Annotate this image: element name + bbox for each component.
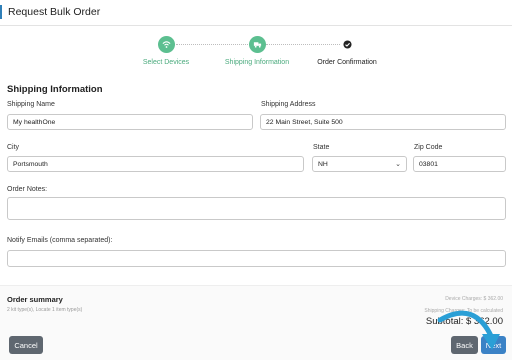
order-notes-textarea[interactable] [7, 197, 506, 220]
shipping-address-label: Shipping Address [261, 101, 316, 108]
city-input[interactable]: Portsmouth [7, 156, 304, 172]
progress-stepper: Select Devices Shipping Information Orde… [0, 30, 512, 72]
step-label-select-devices: Select Devices [142, 59, 190, 66]
shipping-name-value: My healthOne [13, 119, 56, 126]
notify-emails-input[interactable] [7, 250, 506, 267]
step-label-shipping-information: Shipping Information [224, 59, 290, 66]
city-label: City [7, 144, 20, 151]
step-order-confirmation [341, 38, 354, 51]
subtotal-text: Subtotal: $ 362.00 [425, 316, 503, 327]
state-value: NH [318, 161, 328, 168]
header-accent-bar [0, 5, 2, 19]
shipping-address-value: 22 Main Street, Suite 500 [266, 119, 343, 126]
step-shipping-information [249, 36, 266, 53]
step-select-devices [158, 36, 175, 53]
state-label: State [313, 144, 330, 151]
shipping-name-input[interactable]: My healthOne [7, 114, 253, 130]
notify-emails-label: Notify Emails (comma separated): [7, 237, 113, 244]
zip-input[interactable]: 03801 [413, 156, 506, 172]
order-summary-subtitle: 2 kit type(s), Locate 1 item type(s) [7, 307, 83, 313]
cancel-button[interactable]: Cancel [9, 336, 43, 354]
shipping-address-input[interactable]: 22 Main Street, Suite 500 [260, 114, 506, 130]
chevron-down-icon: ⌄ [395, 161, 401, 168]
shipping-charges-text: Shipping Charges: To be calculated [424, 308, 503, 314]
back-button[interactable]: Back [451, 336, 478, 354]
zip-label: Zip Code [414, 144, 443, 151]
device-charges-text: Device Charges: $ 362.00 [445, 296, 503, 302]
order-summary-title: Order summary [7, 295, 63, 304]
modal-header: Request Bulk Order [0, 0, 512, 26]
shipping-name-label: Shipping Name [7, 101, 55, 108]
next-button[interactable]: Next [481, 336, 506, 354]
step-label-order-confirmation: Order Confirmation [317, 59, 377, 66]
step-connector [176, 44, 248, 45]
step-connector [266, 44, 340, 45]
page-title: Request Bulk Order [8, 6, 101, 18]
city-value: Portsmouth [13, 161, 48, 168]
truck-icon [253, 42, 262, 48]
section-title-shipping: Shipping Information [7, 84, 103, 95]
check-circle-icon [343, 40, 352, 49]
zip-value: 03801 [419, 161, 438, 168]
state-select[interactable]: NH ⌄ [312, 156, 407, 172]
wifi-icon [162, 41, 171, 48]
order-notes-label: Order Notes: [7, 186, 48, 193]
